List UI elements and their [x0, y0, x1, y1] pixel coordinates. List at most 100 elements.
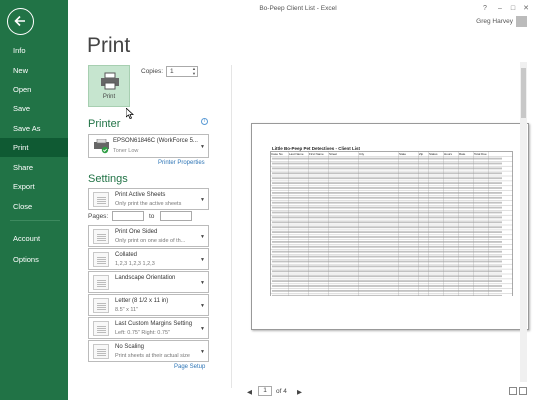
nav-item-account[interactable]: Account [0, 229, 68, 248]
table-row [272, 187, 502, 189]
minimize-button[interactable]: – [495, 4, 505, 13]
page-nav-next-icon[interactable]: ▶ [297, 388, 302, 396]
setting-subtitle: Left: 0.75" Right: 0.75" [115, 330, 170, 336]
avatar[interactable] [516, 16, 527, 27]
setting-title: Print One Sided [115, 229, 158, 235]
show-margins-icon[interactable] [509, 387, 517, 395]
current-page-input[interactable]: 1 [258, 386, 272, 396]
printer-device-icon [94, 139, 109, 154]
pages-to-input[interactable] [160, 211, 192, 221]
table-row [272, 231, 502, 233]
back-button[interactable] [7, 8, 34, 35]
print-button[interactable]: Print [88, 65, 130, 107]
help-button[interactable]: ? [480, 4, 490, 13]
table-header-cell: Street [329, 152, 337, 156]
backstage-nav: Info New Open Save Save As Print Share Export Cl… [0, 0, 68, 400]
setting-subtitle: Only print on one side of th... [115, 238, 186, 244]
table-row [272, 275, 502, 278]
nav-item-print[interactable]: Print [0, 138, 68, 157]
table-header-cell: Status [429, 152, 438, 156]
spin-arrows-icon[interactable]: ▲ ▼ [192, 66, 196, 76]
page-setup-link[interactable]: Page Setup [174, 364, 205, 370]
printer-icon [101, 72, 119, 90]
table-row [272, 162, 502, 165]
printer-properties-link[interactable]: Printer Properties [158, 160, 205, 166]
table-header-cell: Last Name [289, 152, 304, 156]
table-row [272, 226, 502, 229]
nav-divider [10, 220, 60, 221]
table-header-cell: First Name [309, 152, 324, 156]
table-header-cell: Zip [419, 152, 423, 156]
table-header-cell: Rate [459, 152, 466, 156]
table-row [272, 157, 502, 160]
settings-option[interactable]: Collated 1,2,3 1,2,3 1,2,3 ▼ [88, 248, 209, 270]
table-row [272, 172, 502, 175]
setting-title: Letter (8 1/2 x 11 in) [115, 298, 169, 304]
settings-option[interactable]: Letter (8 1/2 x 11 in) 8.5" x 11" ▼ [88, 294, 209, 316]
table-row [272, 221, 502, 224]
pages-label: Pages: [88, 213, 109, 220]
table-row [272, 241, 502, 243]
settings-option[interactable]: No Scaling Print sheets at their actual s… [88, 340, 209, 362]
setting-title: Collated [115, 252, 138, 258]
pages-to-label: to [149, 213, 155, 220]
nav-item-info[interactable]: Info [0, 41, 68, 60]
table-header-cell: Case No [271, 152, 283, 156]
settings-option[interactable]: Last Custom Margins Setting Left: 0.75" R… [88, 317, 209, 339]
setting-title: Landscape Orientation [115, 275, 176, 281]
nav-item-save[interactable]: Save [0, 99, 68, 118]
table-row [272, 294, 502, 296]
table-header-cell: City [359, 152, 365, 156]
setting-thumbnail-icon [93, 252, 109, 267]
pages-from-input[interactable] [112, 211, 144, 221]
nav-item-close[interactable]: Close [0, 197, 68, 216]
preview-table: Case No Last Name First Name Street City Stat… [270, 151, 513, 296]
preview-scrollbar[interactable] [520, 62, 527, 382]
page-title: Print [87, 34, 131, 57]
nav-item-open[interactable]: Open [0, 80, 68, 99]
setting-title: Print Active Sheets [115, 192, 166, 198]
copies-stepper[interactable]: 1 ▲ ▼ [166, 66, 198, 77]
zoom-to-page-icon[interactable] [519, 387, 527, 395]
table-row [272, 192, 502, 194]
chevron-down-icon: ▼ [200, 326, 205, 332]
user-name[interactable]: Greg Harvey [476, 18, 513, 25]
chevron-down-icon: ▼ [200, 303, 205, 309]
chevron-down-icon: ▼ [200, 349, 205, 355]
table-row [272, 290, 502, 292]
nav-item-new[interactable]: New [0, 61, 68, 80]
table-header-cell: State [399, 152, 406, 156]
table-row [272, 270, 502, 273]
nav-item-save-as[interactable]: Save As [0, 119, 68, 138]
setting-subtitle: 1,2,3 1,2,3 1,2,3 [115, 261, 155, 267]
scroll-thumb[interactable] [521, 68, 526, 118]
table-row [272, 255, 502, 258]
settings-option[interactable]: Print Active Sheets Only print the active… [88, 188, 209, 210]
table-row [272, 167, 502, 170]
chevron-down-icon: ▼ [200, 144, 205, 150]
window-title: Bo-Peep Client List - Excel [259, 5, 337, 12]
nav-item-export[interactable]: Export [0, 177, 68, 196]
settings-option[interactable]: Landscape Orientation ▼ [88, 271, 209, 293]
maximize-button[interactable]: □ [508, 4, 518, 13]
table-row [272, 245, 502, 248]
title-bar: Bo-Peep Client List - Excel ? – □ ✕ [68, 0, 533, 16]
table-row [272, 182, 502, 184]
close-window-button[interactable]: ✕ [521, 4, 531, 13]
nav-item-options[interactable]: Options [0, 250, 68, 269]
table-row [272, 250, 502, 253]
setting-title: Last Custom Margins Setting [115, 321, 193, 327]
table-row [272, 201, 502, 204]
settings-option[interactable]: Print One Sided Only print on one side of… [88, 225, 209, 247]
setting-subtitle: Only print the active sheets [115, 201, 182, 207]
copies-value: 1 [170, 68, 174, 75]
nav-item-share[interactable]: Share [0, 158, 68, 177]
info-icon[interactable]: i [201, 118, 208, 125]
chevron-down-icon: ▼ [200, 257, 205, 263]
printer-name: EPSON61846C (WorkForce 5... [113, 138, 198, 144]
printer-select[interactable]: EPSON61846C (WorkForce 5... Toner Low ▼ [88, 134, 209, 158]
setting-subtitle: Print sheets at their actual size [115, 353, 190, 359]
page-nav-prev-icon[interactable]: ◀ [247, 388, 252, 396]
setting-thumbnail-icon [93, 229, 109, 244]
chevron-down-icon: ▼ [200, 280, 205, 286]
